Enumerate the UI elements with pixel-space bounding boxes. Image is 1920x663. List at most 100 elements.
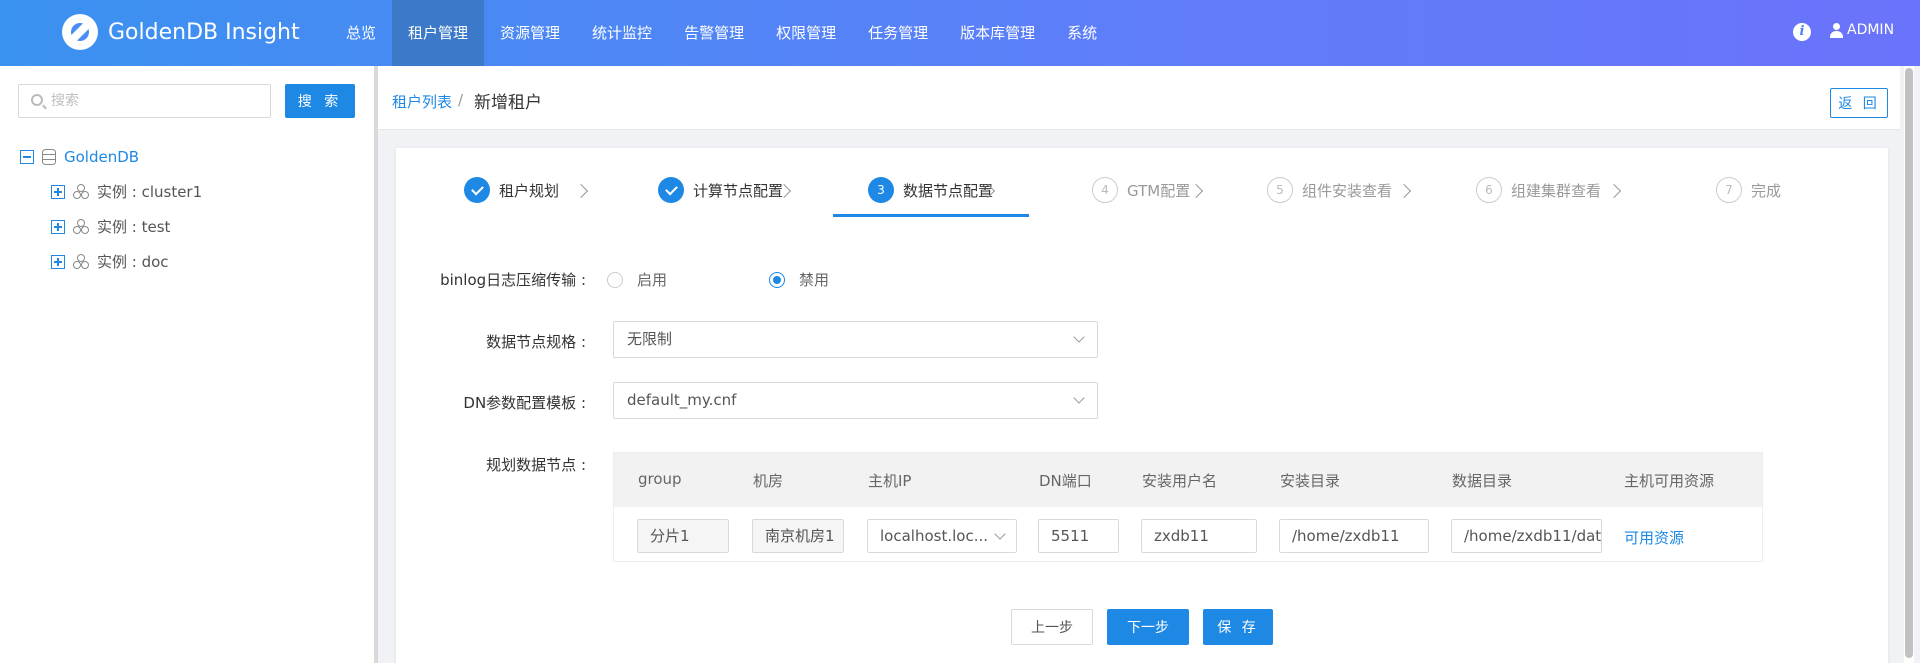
save-button[interactable]: 保 存 <box>1203 609 1273 645</box>
step-label: 租户规划 <box>499 181 560 200</box>
radio-icon[interactable] <box>607 271 623 288</box>
step-label: 计算节点配置 <box>693 181 784 200</box>
column-header: 数据目录 <box>1452 472 1513 490</box>
host-ip-select[interactable]: localhost.loc... <box>867 519 1017 553</box>
radio-label: 禁用 <box>799 271 830 289</box>
tree-item-root[interactable]: GoldenDB <box>20 139 202 174</box>
cluster-icon <box>73 253 91 270</box>
install-dir-input[interactable]: /home/zxdb11 <box>1279 519 1429 553</box>
current-step-indicator <box>833 214 1029 217</box>
cluster-tree: GoldenDB 实例 : cluster1 实例 : test 实例 : do… <box>20 139 202 279</box>
plan-label: 规划数据节点 : <box>486 456 586 474</box>
search-button[interactable]: 搜 索 <box>285 84 355 118</box>
expand-icon[interactable] <box>51 219 65 234</box>
breadcrumb: 租户列表 / 新增租户 返 回 <box>378 66 1900 130</box>
tree-item-label: 实例 : doc <box>97 253 169 271</box>
column-header: 安装用户名 <box>1142 472 1218 490</box>
nav-item-monitor[interactable]: 统计监控 <box>576 0 668 66</box>
chevron-right-icon <box>1606 183 1622 199</box>
main-nav: 总览 租户管理 资源管理 统计监控 告警管理 权限管理 任务管理 版本库管理 系… <box>330 0 1113 66</box>
user-menu[interactable]: ADMIN <box>1830 22 1894 38</box>
step-7: 7 完成 <box>1716 176 1781 204</box>
chevron-down-icon <box>1073 331 1085 343</box>
room-field: 南京机房1 <box>752 519 844 553</box>
search-box <box>18 84 271 118</box>
step-6: 6 组建集群查看 <box>1476 176 1601 204</box>
brand-name: GoldenDB Insight <box>108 20 300 45</box>
step-label: 完成 <box>1751 181 1782 200</box>
info-icon[interactable]: i <box>1793 23 1811 41</box>
available-resource-link[interactable]: 可用资源 <box>1624 527 1684 548</box>
chevron-right-icon <box>1188 183 1204 199</box>
user-name: ADMIN <box>1847 22 1895 38</box>
data-dir-input[interactable]: /home/zxdb11/data <box>1451 519 1602 553</box>
step-4: 4 GTM配置 <box>1092 176 1190 204</box>
table-header: group 机房 主机IP DN端口 安装用户名 安装目录 数据目录 主机可用资… <box>614 453 1762 507</box>
back-button[interactable]: 返 回 <box>1830 88 1888 118</box>
step-label: 组件安装查看 <box>1302 181 1393 200</box>
expand-icon[interactable] <box>51 254 65 269</box>
nav-item-overview[interactable]: 总览 <box>330 0 392 66</box>
cluster-icon <box>73 183 91 200</box>
next-step-button[interactable]: 下一步 <box>1107 609 1189 645</box>
breadcrumb-tenant-list[interactable]: 租户列表 <box>392 91 452 112</box>
search-icon <box>31 94 43 106</box>
chevron-right-icon <box>1396 183 1412 199</box>
prev-step-button[interactable]: 上一步 <box>1011 609 1093 645</box>
wizard-card: 租户规划 计算节点配置 3 数据节点配置 4 GTM配置 5 组件安装查看 6 … <box>396 148 1888 663</box>
nav-item-version[interactable]: 版本库管理 <box>944 0 1051 66</box>
tree-item-doc[interactable]: 实例 : doc <box>20 244 202 279</box>
tree-item-cluster1[interactable]: 实例 : cluster1 <box>20 174 202 209</box>
column-header: 安装目录 <box>1280 472 1341 490</box>
tree-item-label: 实例 : test <box>97 218 171 236</box>
nav-item-resource[interactable]: 资源管理 <box>484 0 576 66</box>
column-header: group <box>638 470 682 488</box>
wizard-steps: 租户规划 计算节点配置 3 数据节点配置 4 GTM配置 5 组件安装查看 6 … <box>396 148 1888 228</box>
step-3: 3 数据节点配置 <box>868 176 993 204</box>
step-number: 5 <box>1267 177 1293 203</box>
check-icon <box>658 177 684 203</box>
template-select[interactable]: default_my.cnf <box>613 382 1098 419</box>
template-label: DN参数配置模板 : <box>463 394 586 412</box>
spec-select[interactable]: 无限制 <box>613 321 1098 358</box>
data-node-table: group 机房 主机IP DN端口 安装用户名 安装目录 数据目录 主机可用资… <box>613 452 1763 562</box>
expand-icon[interactable] <box>51 184 65 199</box>
spec-label: 数据节点规格 : <box>486 333 586 351</box>
tree-item-label: 实例 : cluster1 <box>97 183 203 201</box>
step-number: 4 <box>1092 177 1118 203</box>
nav-item-tenant[interactable]: 租户管理 <box>392 0 485 66</box>
scrollbar[interactable] <box>1904 66 1914 663</box>
dn-port-input[interactable]: 5511 <box>1038 519 1119 553</box>
install-user-input[interactable]: zxdb11 <box>1141 519 1257 553</box>
goldendb-logo-icon <box>62 14 98 50</box>
binlog-radio-disable[interactable]: 禁用 <box>769 269 829 290</box>
column-header: 主机可用资源 <box>1624 472 1715 490</box>
step-2: 计算节点配置 <box>658 176 783 204</box>
top-bar: GoldenDB Insight 总览 租户管理 资源管理 统计监控 告警管理 … <box>0 0 1920 66</box>
tree-item-test[interactable]: 实例 : test <box>20 209 202 244</box>
main-content: 租户列表 / 新增租户 返 回 租户规划 计算节点配置 3 数据节点配置 4 G… <box>378 66 1920 663</box>
sidebar: 搜 索 GoldenDB 实例 : cluster1 实例 : test 实例 … <box>0 66 374 663</box>
nav-item-permission[interactable]: 权限管理 <box>760 0 852 66</box>
page-title: 新增租户 <box>474 93 542 113</box>
host-ip-value: localhost.loc... <box>880 527 988 545</box>
radio-label: 启用 <box>637 271 668 289</box>
breadcrumb-separator: / <box>458 91 464 109</box>
radio-checked-icon[interactable] <box>769 271 785 288</box>
collapse-icon[interactable] <box>20 149 34 164</box>
database-icon <box>42 148 56 165</box>
group-field: 分片1 <box>637 519 729 553</box>
tree-item-label: GoldenDB <box>64 147 140 166</box>
step-label: GTM配置 <box>1127 181 1191 200</box>
check-icon <box>464 177 490 203</box>
step-label: 组建集群查看 <box>1511 181 1602 200</box>
nav-item-system[interactable]: 系统 <box>1051 0 1113 66</box>
search-input[interactable] <box>51 85 251 117</box>
nav-item-task[interactable]: 任务管理 <box>852 0 944 66</box>
column-header: 机房 <box>753 472 784 490</box>
binlog-radio-enable[interactable]: 启用 <box>607 269 667 290</box>
nav-item-alarm[interactable]: 告警管理 <box>668 0 760 66</box>
user-icon <box>1830 22 1843 38</box>
column-header: DN端口 <box>1039 472 1092 490</box>
step-5: 5 组件安装查看 <box>1267 176 1392 204</box>
